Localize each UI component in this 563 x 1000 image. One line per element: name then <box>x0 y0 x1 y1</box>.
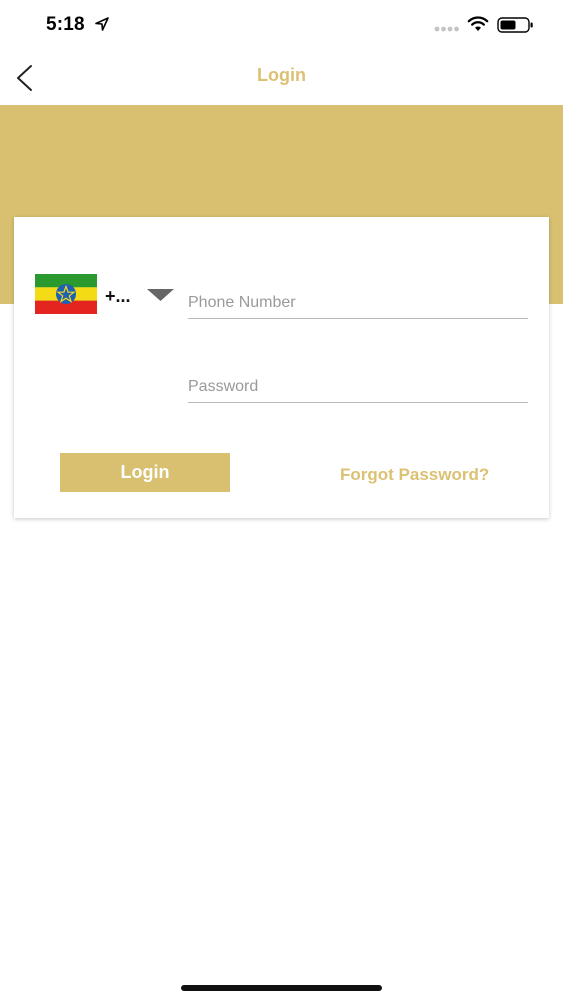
dial-code: +... <box>105 286 131 306</box>
password-field <box>188 372 528 403</box>
login-card: +... Login Forgot Password? <box>14 217 549 518</box>
password-input[interactable] <box>188 372 528 402</box>
nav-bar: Login <box>0 50 563 105</box>
signal-dots-icon <box>434 26 459 32</box>
page-title: Login <box>257 65 306 85</box>
status-time: 5:18 <box>46 14 85 35</box>
login-button[interactable]: Login <box>60 453 230 492</box>
home-indicator <box>181 985 382 991</box>
country-code-picker[interactable]: +... <box>35 274 178 316</box>
battery-icon <box>497 17 533 33</box>
phone-field <box>188 288 528 319</box>
phone-number-input[interactable] <box>188 288 528 318</box>
wifi-icon <box>467 16 489 31</box>
location-arrow-icon <box>95 17 109 31</box>
ethiopia-flag-icon <box>35 274 97 314</box>
status-bar: 5:18 <box>0 0 563 50</box>
caret-down-icon <box>147 289 174 301</box>
forgot-password-link[interactable]: Forgot Password? <box>340 465 489 485</box>
